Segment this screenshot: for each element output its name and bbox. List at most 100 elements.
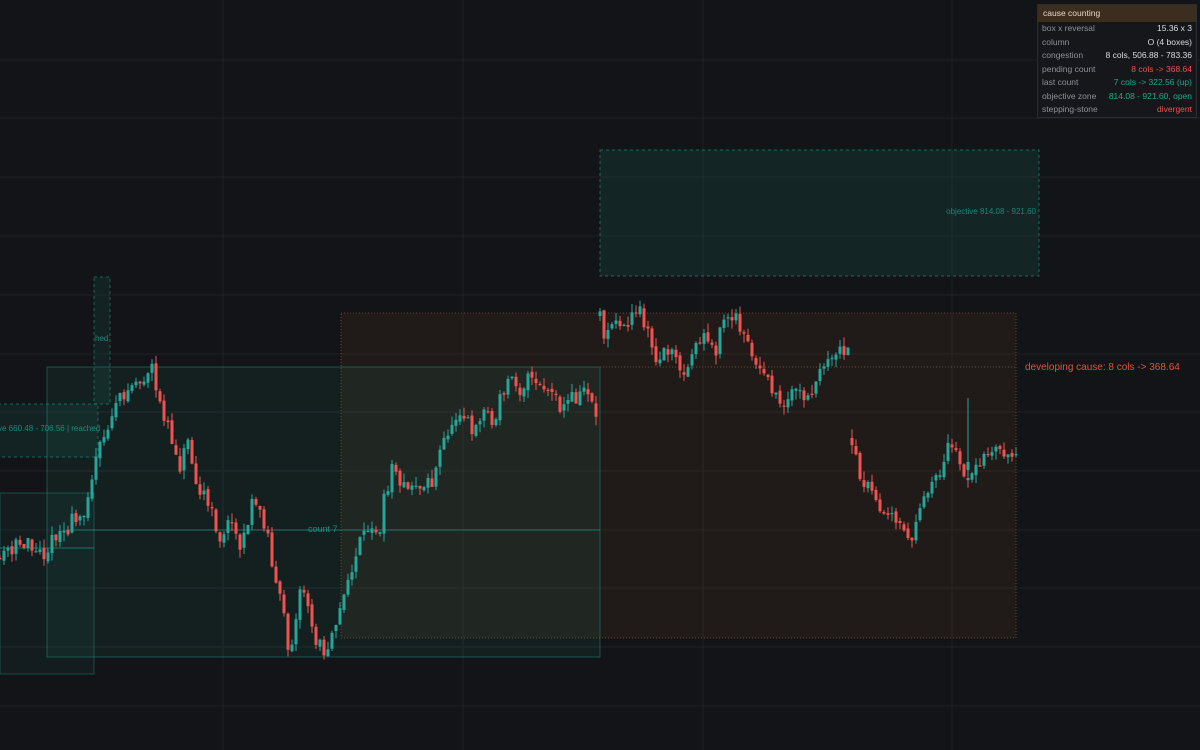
panel-row-column: column O (4 boxes) [1038,36,1196,50]
candle-body [398,470,402,486]
candle-body [802,390,806,401]
candle-body [894,511,898,523]
candle-body [270,532,274,567]
candle-body [98,441,102,459]
candle-body [630,312,634,325]
candle-body [102,437,106,443]
candle-body [522,388,526,397]
candle-body [218,532,222,542]
candle-body [534,378,538,384]
candle-body [674,349,678,358]
panel-title: cause counting [1038,5,1196,22]
candle-body [262,509,266,529]
candle-body [694,342,698,355]
candle-body [666,349,670,355]
candle-body [214,509,218,532]
candle-body [702,333,706,344]
candle-body [782,405,786,407]
candle-body [934,475,938,481]
candle-body [946,442,950,461]
candle-body [238,534,242,550]
candle-body [834,354,838,360]
candle-body [658,359,662,364]
candle-body [774,392,778,395]
candle-body [306,593,310,607]
candle-body [594,403,598,417]
candle-body [202,490,206,495]
candle-body [418,485,422,489]
candle-body [866,481,870,489]
candle-body [10,546,14,555]
candle-body [122,392,126,400]
candle-body [474,424,478,436]
candle-body [846,347,850,356]
candle-body [278,581,282,594]
candle-body [786,399,790,408]
candle-body [38,549,42,553]
candle-body [198,484,202,495]
candle-body [994,446,998,452]
candle-body [718,327,722,354]
candle-body [898,521,902,524]
candle-body [554,393,558,396]
candle-body [590,393,594,402]
candle-body [722,319,726,328]
candle-body [334,625,338,632]
panel-row-last-count: last count 7 cols -> 322.56 (up) [1038,76,1196,90]
candle-body [546,389,550,391]
panel-key: pending count [1042,63,1096,74]
candle-body [810,393,814,396]
candle-body [526,373,530,391]
candle-body [442,437,446,450]
panel-value: 8 cols, 506.88 - 783.36 [1105,50,1192,60]
candle-body [354,556,358,572]
candle-body [622,324,626,326]
candle-body [194,463,198,484]
candle-body [478,420,482,425]
candle-body [926,492,930,498]
panel-value: O (4 boxes) [1147,36,1192,47]
panel-row-pending-count: pending count 8 cols -> 368.64 [1038,63,1196,77]
candle-body [762,369,766,374]
candle-body [974,464,978,476]
candle-body [182,448,186,471]
candle-body [758,365,762,369]
candle-body [586,389,590,395]
panel-value: 15.36 x 3 [1157,23,1192,33]
candle-body [422,487,426,491]
candle-body [166,420,170,423]
candle-body [390,463,394,493]
candle-body [338,608,342,625]
count-label: count 7 [308,524,338,534]
candle-body [902,524,906,531]
candle-body [406,482,410,489]
candle-body [106,429,110,439]
candle-body [562,404,566,411]
candle-body [94,456,98,480]
candle-body [70,513,74,533]
candle-body [254,499,258,505]
candle-body [690,354,694,366]
candle-body [838,346,842,354]
candle-body [574,392,578,404]
candle-body [598,311,602,317]
candle-body [486,411,490,413]
candle-body [90,479,94,499]
candle-body [506,378,510,395]
left-small-label: hed [95,334,108,343]
candle-body [918,508,922,521]
candle-body [114,403,118,418]
candle-body [842,346,846,356]
panel-value: 8 cols -> 368.64 [1131,63,1192,74]
candle-body [130,385,134,391]
candle-body [58,531,62,543]
candle-body [942,461,946,478]
candle-body [326,649,330,657]
candle-body [118,392,122,402]
candle-body [750,342,754,357]
candle-body [794,388,798,391]
candle-body [318,639,322,647]
candle-body [250,499,254,525]
candle-body [982,453,986,466]
candle-body [274,566,278,583]
